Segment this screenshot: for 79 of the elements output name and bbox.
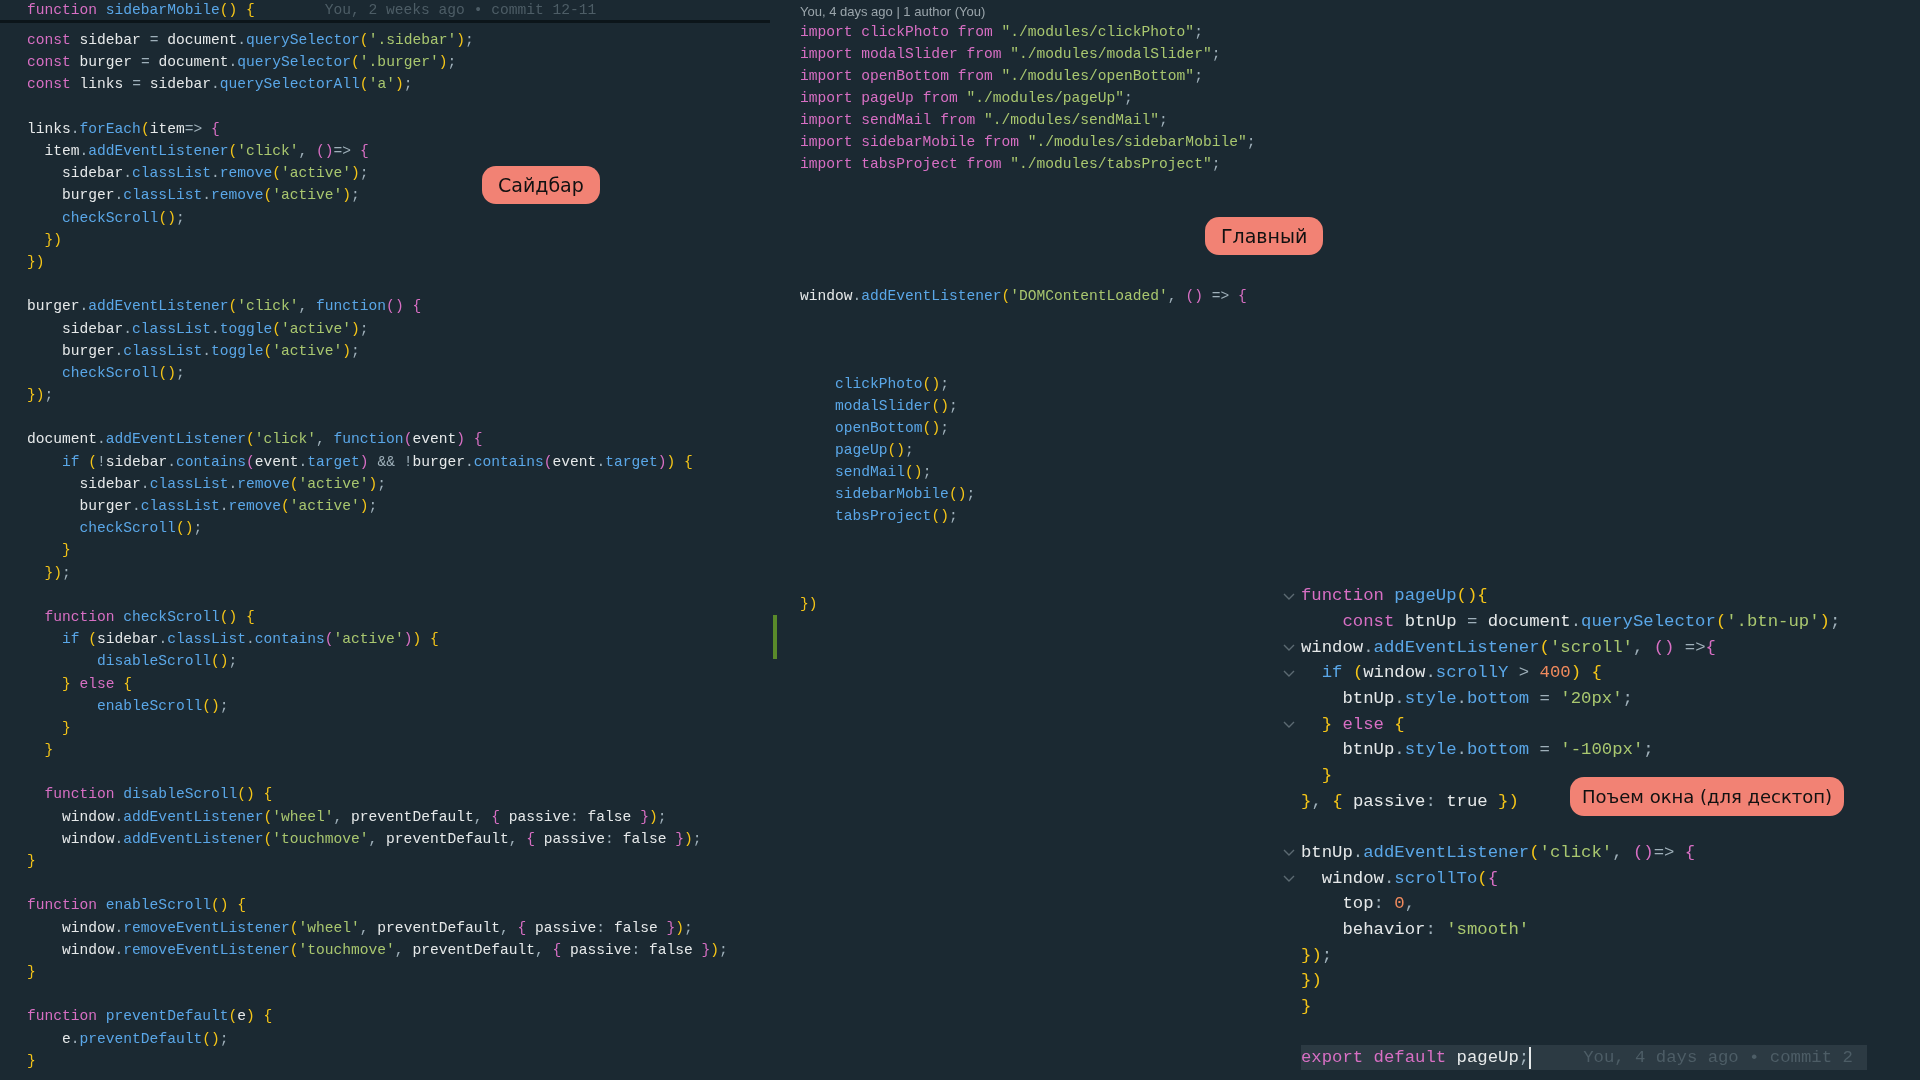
code-line: btnUp.style.bottom = '20px';	[1341, 688, 1633, 708]
code-line: checkScroll();	[61, 364, 185, 381]
code-line: }	[1301, 996, 1312, 1016]
code-line: window.removeEventListener('touchmove', preventDefault, { passive: false });	[61, 941, 728, 958]
code-line: burger.classList.remove('active');	[78, 498, 378, 515]
code-line: function sidebarMobile() {	[27, 2, 255, 18]
code-line: function checkScroll() {	[43, 608, 255, 625]
code-line: btnUp.style.bottom = '-100px';	[1341, 740, 1654, 760]
code-line: import modalSlider from "./modules/modalSlider";	[800, 46, 1221, 62]
code-line: export default pageUp;	[1301, 1048, 1530, 1068]
code-line: sendMail();	[834, 464, 932, 480]
code-line: import sendMail from "./modules/sendMail";	[800, 112, 1168, 128]
code-line: top: 0,	[1341, 894, 1416, 914]
code-line: window.addEventListener('touchmove', preventDefault, { passive: false });	[61, 830, 702, 847]
code-line: const burger = document.querySelector('.burger');	[27, 54, 457, 71]
code-line: });	[43, 564, 71, 581]
code-line: document.addEventListener('click', function(event) {	[27, 431, 483, 448]
code-line: })	[43, 231, 63, 248]
code-line: }	[27, 853, 36, 870]
code-line: pageUp();	[834, 442, 914, 458]
code-line: if (!sidebar.contains(event.target) && !burger.contains(event.target)) {	[61, 453, 693, 470]
code-line: sidebar.classList.remove('active');	[78, 475, 387, 492]
annotation-label: Главный	[1205, 217, 1324, 255]
code-line: })	[27, 253, 45, 270]
code-line: checkScroll();	[61, 209, 185, 226]
code-line: disableScroll();	[96, 653, 238, 670]
code-line: behavior: 'smooth'	[1341, 919, 1530, 939]
code-line: openBottom();	[834, 420, 949, 436]
code-line: e.preventDefault();	[61, 1030, 229, 1047]
code-line: const btnUp = document.querySelector('.btn-up');	[1341, 612, 1841, 631]
code-line: }	[27, 963, 36, 980]
code-line: });	[1301, 945, 1333, 965]
code-line: function pageUp(){	[1301, 586, 1488, 606]
code-line: modalSlider();	[834, 398, 958, 414]
code-line: })	[1301, 971, 1322, 991]
code-line: tabsProject();	[834, 508, 958, 524]
code-line: links.forEach(item=> {	[27, 120, 220, 137]
code-line: }	[61, 719, 71, 736]
code-line: if (window.scrollY > 400) {	[1320, 663, 1602, 683]
code-line: enableScroll();	[96, 697, 229, 714]
code-line: function disableScroll() {	[43, 786, 273, 803]
code-line: }	[43, 742, 54, 759]
code-line: window.scrollTo({	[1320, 868, 1499, 888]
code-line: window.removeEventListener('wheel', preventDefault, { passive: false });	[61, 919, 693, 936]
code-line: window.addEventListener('wheel', preventDefault, { passive: false });	[61, 808, 667, 825]
code-line: if (sidebar.classList.contains('active')) {	[61, 631, 439, 648]
code-line: window.addEventListener('DOMContentLoaded', () => {	[800, 288, 1247, 304]
code-line: window.addEventListener('scroll', () =>{	[1301, 637, 1716, 657]
code-line: burger.classList.toggle('active');	[61, 342, 360, 359]
annotation-label: Сайдбар	[482, 166, 600, 204]
code-line: import sidebarMobile from "./modules/sidebarMobile";	[800, 134, 1256, 150]
code-line: import tabsProject from "./modules/tabsProject";	[800, 156, 1221, 172]
code-line: }	[27, 1052, 36, 1069]
code-line: import clickPhoto from "./modules/clickPhoto";	[800, 24, 1203, 40]
code-line: }	[1320, 765, 1333, 785]
code-line: })	[800, 596, 818, 612]
code-line: } else {	[61, 675, 133, 692]
code-line: sidebar.classList.toggle('active');	[61, 320, 369, 337]
code-line: });	[27, 387, 54, 404]
text-cursor	[1529, 1046, 1532, 1069]
code-line: sidebarMobile();	[834, 486, 976, 502]
code-line: item.addEventListener('click', ()=> {	[43, 143, 369, 160]
code-line: }, { passive: true })	[1301, 791, 1519, 811]
codelens-text[interactable]: You, 4 days ago | 1 author (You)	[800, 3, 1283, 21]
annotation-label: Поъем окна (для десктоп)	[1570, 777, 1845, 816]
code-line: checkScroll();	[78, 520, 203, 537]
code-line: sidebar.classList.remove('active');	[61, 165, 369, 182]
code-line: burger.addEventListener('click', function() {	[27, 298, 422, 315]
code-line: burger.classList.remove('active');	[61, 187, 360, 204]
code-line: clickPhoto();	[834, 376, 949, 392]
code-line: function preventDefault(e) {	[27, 1008, 273, 1025]
code-line: import pageUp from "./modules/pageUp";	[800, 90, 1133, 106]
code-line: }	[61, 542, 71, 559]
code-line: import openBottom from "./modules/openBottom";	[800, 68, 1203, 84]
code-line: const links = sidebar.querySelectorAll('a');	[27, 76, 413, 93]
code-line: btnUp.addEventListener('click', ()=> {	[1301, 842, 1696, 862]
code-line: function enableScroll() {	[27, 897, 246, 914]
code-line: } else {	[1320, 714, 1405, 734]
code-line: const sidebar = document.querySelector('.sidebar');	[27, 32, 474, 49]
